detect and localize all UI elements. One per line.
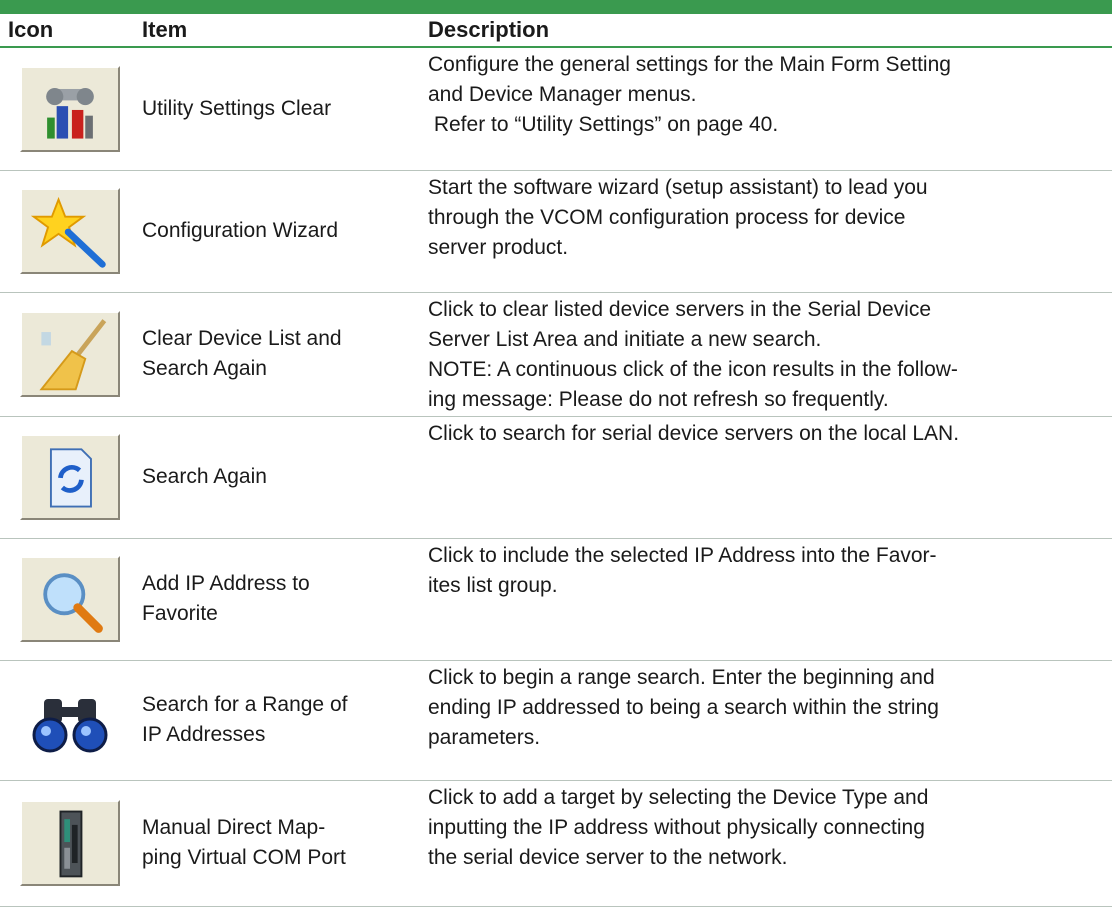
description-line: through the VCOM configuration process f… <box>428 205 906 229</box>
table-row: Clear Device List and Search Again Click… <box>0 292 1112 417</box>
item-label: Add IP Address to <box>142 572 310 595</box>
item-label: Search Again <box>142 357 267 380</box>
item-label: ping Virtual COM Port <box>142 846 346 869</box>
magnifier-icon[interactable] <box>20 556 120 642</box>
description-line: parameters. <box>428 725 541 749</box>
table-row: Add IP Address to Favorite Click to incl… <box>0 538 1112 661</box>
table-header-row: Icon Item Description <box>0 14 1112 48</box>
icon-reference-table: Icon Item Description Utility Settings C… <box>0 14 1112 907</box>
utility-settings-icon[interactable] <box>20 65 120 152</box>
description-line: Click to begin a range search. Enter the… <box>428 665 935 689</box>
description-line: Server List Area and initiate a new sear… <box>428 327 822 351</box>
table-row: Manual Direct Map- ping Virtual COM Port… <box>0 780 1112 907</box>
item-label: Search for a Range of <box>142 693 348 716</box>
column-header-item: Item <box>136 14 422 48</box>
item-label: Search Again <box>142 465 267 488</box>
description-line: Click to include the selected IP Address… <box>428 543 937 567</box>
description-line: server product. <box>428 235 569 259</box>
item-label: Utility Settings Clear <box>142 96 332 120</box>
item-label: Clear Device List and <box>142 327 342 350</box>
table-row: Search for a Range of IP Addresses Click… <box>0 660 1112 781</box>
table-row: Search Again Click to search for serial … <box>0 416 1112 539</box>
broom-icon[interactable] <box>20 311 120 397</box>
description-line: and Device Manager menus. <box>428 83 697 106</box>
description-line: Click to search for serial device server… <box>428 421 960 445</box>
icon-cell <box>0 538 136 661</box>
description-line: Configure the general settings for the M… <box>428 53 951 76</box>
description-line: inputting the IP address without physica… <box>428 815 925 839</box>
column-header-description: Description <box>422 14 1112 48</box>
icon-cell <box>0 47 136 171</box>
wizard-star-icon[interactable] <box>20 188 120 274</box>
device-server-icon[interactable] <box>20 800 120 886</box>
column-header-icon: Icon <box>0 14 136 48</box>
description-line: Refer to “Utility Settings” on page 40. <box>428 113 779 136</box>
item-label: Manual Direct Map- <box>142 816 326 839</box>
icon-cell <box>0 292 136 417</box>
description-line: Start the software wizard (setup assista… <box>428 175 928 199</box>
description-line: NOTE: A continuous click of the icon res… <box>428 357 958 381</box>
description-line: Click to add a target by selecting the D… <box>428 785 929 809</box>
icon-cell <box>0 416 136 539</box>
icon-cell <box>0 170 136 293</box>
item-label: Configuration Wizard <box>142 219 339 242</box>
description-line: the serial device server to the network. <box>428 845 788 869</box>
binoculars-icon[interactable] <box>20 677 120 763</box>
header-accent-bar <box>0 0 1112 14</box>
description-line: ing message: Please do not refresh so fr… <box>428 387 889 411</box>
description-line: ending IP addressed to being a search wi… <box>428 695 939 719</box>
table-row: Utility Settings Clear Configure the gen… <box>0 47 1112 171</box>
icon-cell <box>0 780 136 907</box>
icon-cell <box>0 660 136 781</box>
item-label: Favorite <box>142 602 218 625</box>
item-label: IP Addresses <box>142 723 266 746</box>
description-line: ites list group. <box>428 573 558 597</box>
table-row: Configuration Wizard Start the software … <box>0 170 1112 293</box>
description-line: Click to clear listed device servers in … <box>428 297 932 321</box>
refresh-document-icon[interactable] <box>20 434 120 520</box>
